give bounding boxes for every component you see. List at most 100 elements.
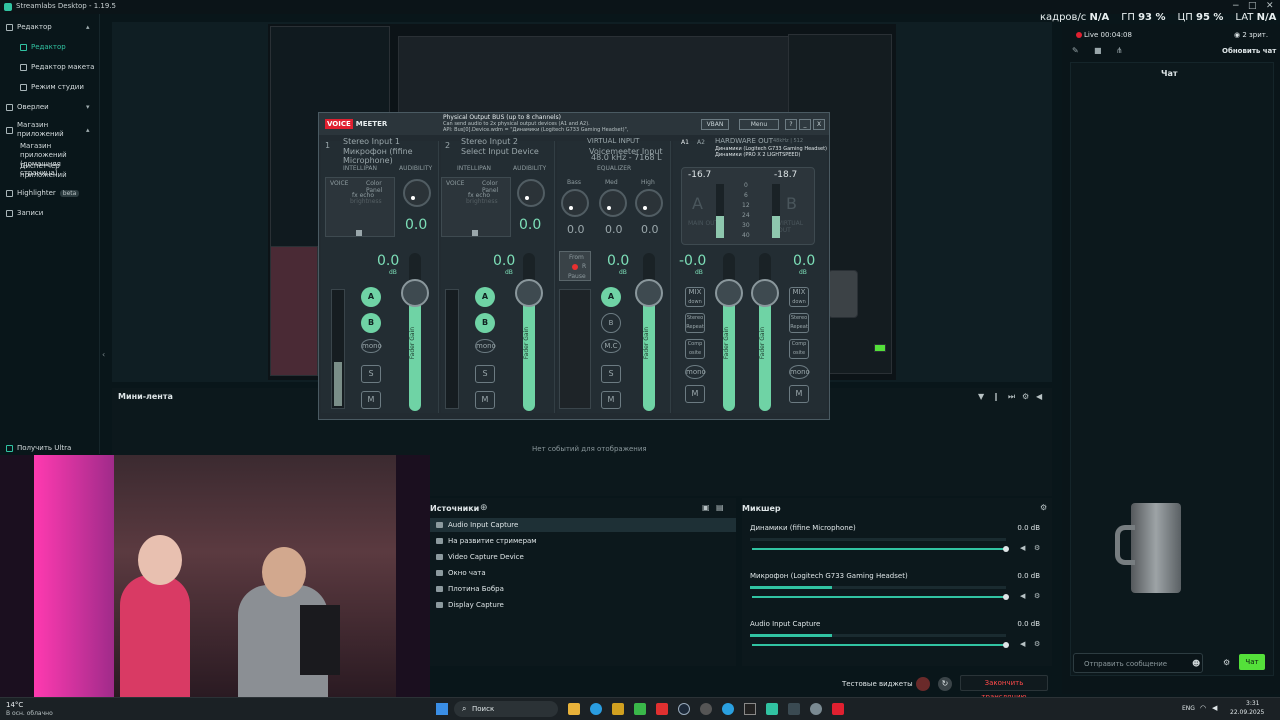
wifi-icon[interactable]: ◠	[1200, 704, 1206, 712]
strip-device[interactable]: Select Input Device	[461, 147, 539, 156]
voicemeeter-icon[interactable]	[832, 703, 844, 715]
speaker-icon[interactable]: ◀	[1020, 640, 1025, 648]
collapse-sidebar-icon[interactable]: ‹	[102, 350, 105, 359]
pan-handle[interactable]	[472, 230, 478, 236]
speaker-icon[interactable]: ◀	[1020, 544, 1025, 552]
pan-handle[interactable]	[356, 230, 362, 236]
clock-time[interactable]: 3:31	[1246, 700, 1259, 707]
language-indicator[interactable]: ENG	[1182, 705, 1195, 712]
eq-high-knob[interactable]	[635, 189, 663, 217]
bus-a-button[interactable]: A	[601, 287, 621, 307]
mute-button[interactable]: M	[361, 391, 381, 409]
fader-knob[interactable]	[715, 279, 743, 307]
source-item[interactable]: Display Capture	[436, 601, 504, 609]
sidebar-item-app-store[interactable]: Магазин приложений ▴	[6, 121, 90, 139]
volume-icon[interactable]: ◀	[1212, 704, 1217, 712]
eq-med-knob[interactable]	[599, 189, 627, 217]
fader-gain-a2[interactable]: Fader Gain	[759, 253, 771, 411]
folder-icon[interactable]: ▤	[716, 503, 724, 512]
record-icon[interactable]	[916, 677, 930, 691]
streamlabs-icon[interactable]	[766, 703, 778, 715]
share-icon[interactable]: ⋔	[1116, 46, 1123, 55]
composite-button[interactable]: Comp osite	[789, 339, 809, 359]
slider-knob[interactable]	[1003, 594, 1009, 600]
test-widgets-button[interactable]: Тестовые виджеты	[842, 680, 913, 688]
edge-icon[interactable]	[590, 703, 602, 715]
slider-knob[interactable]	[1003, 546, 1009, 552]
settings-icon[interactable]: ⚙	[1022, 392, 1029, 401]
sidebar-item-recordings[interactable]: Записи	[6, 209, 43, 217]
edit-icon[interactable]: ✎	[1072, 46, 1079, 55]
windows-start-icon[interactable]	[436, 703, 448, 715]
refresh-chat-button[interactable]: Обновить чат	[1222, 47, 1276, 55]
solo-button[interactable]: S	[361, 365, 381, 383]
fader-gain-a1[interactable]: Fader Gain	[723, 253, 735, 411]
sidebar-item-highlighter[interactable]: Highlighter beta	[6, 189, 80, 197]
mono-button[interactable]: mono	[475, 339, 496, 353]
intellipan-pad[interactable]: VOICE Color Panel fx echo brightness	[325, 177, 395, 237]
mixer-settings-gear-icon[interactable]: ⚙	[1040, 503, 1047, 512]
bus-b-button[interactable]: B	[361, 313, 381, 333]
help-button[interactable]: ?	[785, 119, 797, 130]
mono-button[interactable]: mono	[361, 339, 382, 353]
weather-desc[interactable]: В осн. облачно	[6, 710, 53, 717]
mute-button[interactable]: M	[685, 385, 705, 403]
volume-icon[interactable]: ◀	[1036, 392, 1042, 401]
app-icon[interactable]	[634, 703, 646, 715]
intellipan-pad[interactable]: VOICE Color Panel fx echo brightness	[441, 177, 511, 237]
bus-b-button[interactable]: B	[601, 313, 621, 333]
folder-icon[interactable]	[612, 703, 624, 715]
vban-button[interactable]: VBAN	[701, 119, 729, 130]
mixer-volume-slider[interactable]	[752, 594, 1009, 600]
filter-icon[interactable]: ▼	[978, 392, 984, 401]
file-explorer-icon[interactable]	[568, 703, 580, 715]
chat-settings-gear-icon[interactable]: ⚙	[1223, 658, 1230, 667]
end-stream-button[interactable]: Закончить трансляцию	[960, 675, 1048, 701]
fader-knob[interactable]	[751, 279, 779, 307]
source-item[interactable]: Video Capture Device	[436, 553, 524, 561]
recorder-panel[interactable]: From R Pause	[559, 251, 591, 281]
skip-icon[interactable]: ⏭	[1008, 392, 1015, 402]
bus-a-button[interactable]: A	[475, 287, 495, 307]
taskbar-search[interactable]: ⌕ Поиск	[454, 701, 558, 717]
source-item[interactable]: Плотина Бобра	[436, 585, 504, 593]
get-ultra-button[interactable]: Получить Ultra	[6, 444, 71, 452]
chat-message-input[interactable]: Отправить сообщение ☻	[1073, 653, 1203, 673]
strip-name[interactable]: Stereo Input 1	[343, 137, 400, 146]
source-item[interactable]: Окно чата	[436, 569, 486, 577]
a2-button[interactable]: A2	[697, 139, 705, 146]
mix-down-button[interactable]: MIX down	[789, 287, 809, 307]
app-icon[interactable]	[788, 703, 800, 715]
mute-button[interactable]: M	[789, 385, 809, 403]
fader-gain[interactable]: Fader Gain	[643, 253, 655, 411]
audibility-knob[interactable]	[517, 179, 545, 207]
fader-knob[interactable]	[515, 279, 543, 307]
channel-gear-icon[interactable]: ⚙	[1034, 640, 1040, 648]
a1-button[interactable]: A1	[681, 139, 689, 146]
mono-button[interactable]: mono	[685, 365, 706, 379]
strip-name[interactable]: Stereo Input 2	[461, 137, 518, 146]
video-icon[interactable]: ■	[1094, 46, 1102, 55]
weather-temp[interactable]: 14°C	[6, 701, 23, 709]
settings-icon[interactable]	[810, 703, 822, 715]
fader-knob[interactable]	[401, 279, 429, 307]
fader-knob[interactable]	[635, 279, 663, 307]
telegram-icon[interactable]	[722, 703, 734, 715]
mixer-volume-slider[interactable]	[752, 546, 1009, 552]
speaker-icon[interactable]: ◀	[1020, 592, 1025, 600]
app-icon[interactable]	[700, 703, 712, 715]
solo-button[interactable]: S	[475, 365, 495, 383]
sidebar-group-editor[interactable]: Редактор ▴	[6, 23, 90, 31]
mix-down-button[interactable]: MIX down	[685, 287, 705, 307]
replay-icon[interactable]: ↻	[938, 677, 952, 691]
mute-button[interactable]: M	[601, 391, 621, 409]
emoji-icon[interactable]: ☻	[1192, 659, 1200, 668]
steam-icon[interactable]	[678, 703, 690, 715]
sidebar-item-overlays[interactable]: Оверлеи ▾	[6, 103, 90, 111]
audibility-knob[interactable]	[403, 179, 431, 207]
close-icon[interactable]: ✕	[1266, 1, 1274, 11]
hardware-out-device-a2[interactable]: Динамики (PRO X 2 LIGHTSPEED)	[715, 152, 800, 158]
minimize-button[interactable]: _	[799, 119, 811, 130]
sidebar-item-layout-editor[interactable]: Редактор макета	[20, 63, 94, 71]
sidebar-item-app-manager[interactable]: Диспетчер приложений	[20, 162, 90, 180]
